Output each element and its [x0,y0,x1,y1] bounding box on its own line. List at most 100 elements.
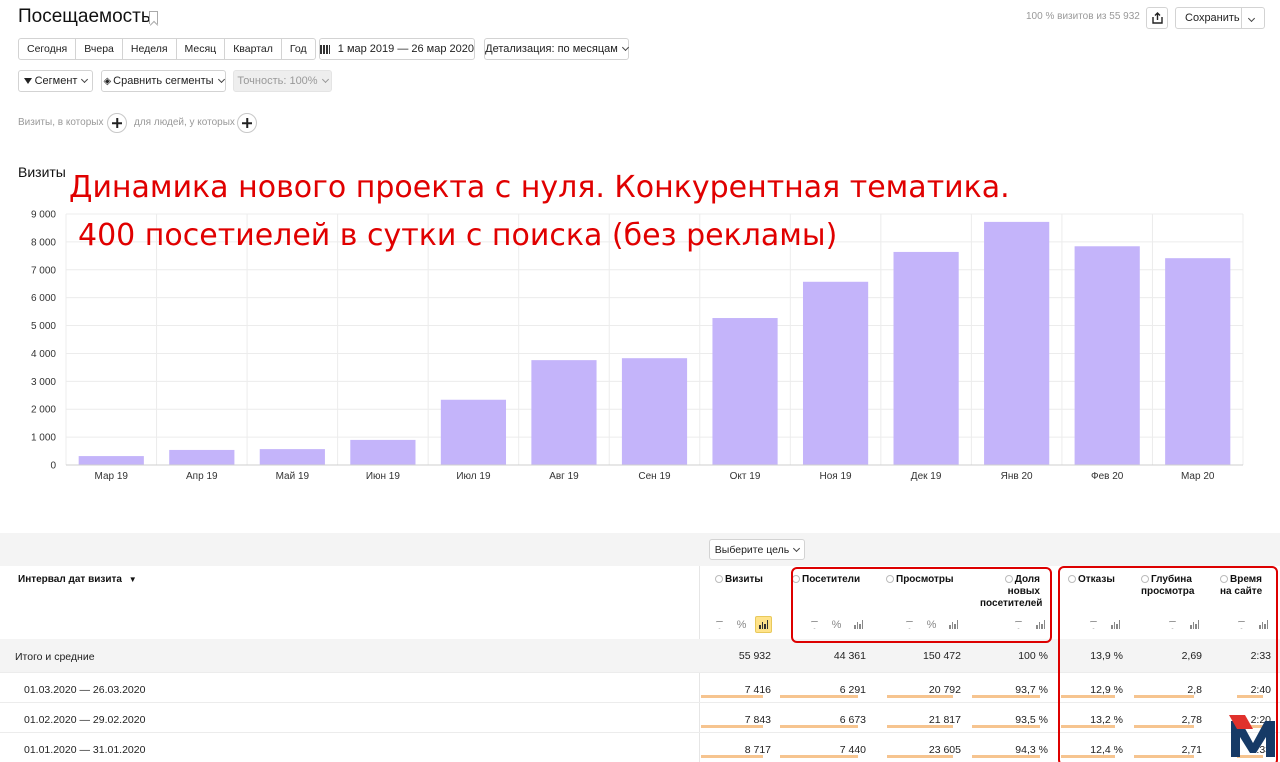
value-underline [701,755,763,758]
dimension-header-label: Интервал дат визита [18,574,122,585]
bar[interactable] [893,251,959,465]
dimension-header[interactable]: Интервал дат визита ▼ [18,574,137,585]
accuracy-label: Точность: 100% [237,75,318,87]
value-underline [972,725,1040,728]
value-underline [701,725,763,728]
info-icon[interactable] [715,575,723,583]
y-tick-label: 2 000 [31,405,56,416]
row-date-range: 01.03.2020 — 26.03.2020 [24,684,146,696]
compare-icon: ◈ [103,75,112,87]
compare-segments-button[interactable]: ◈ Сравнить сегменты [101,70,226,92]
y-tick-label: 3 000 [31,377,56,388]
funnel-icon [23,78,32,84]
select-goal-dropdown[interactable]: Выберите цель [709,539,805,560]
filter-icon[interactable] [711,616,728,633]
period-quarter-button[interactable]: Квартал [225,39,282,59]
bar[interactable] [984,221,1050,465]
value-underline [780,725,858,728]
row-date-range: 01.02.2020 — 29.02.2020 [24,714,146,726]
y-tick-label: 0 [50,461,56,472]
y-tick-label: 9 000 [31,210,56,221]
total-views: 150 472 [923,650,961,662]
x-tick-label: Дек 19 [911,471,942,482]
total-new_share: 100 % [1018,650,1048,662]
chevron-down-icon [793,544,801,552]
x-tick-label: Апр 19 [186,471,218,482]
share-button[interactable] [1146,7,1168,29]
period-year-button[interactable]: Год [282,39,315,59]
bar[interactable] [802,281,869,465]
calendar-icon [320,44,330,54]
bar[interactable] [169,449,235,465]
period-yesterday-button[interactable]: Вчера [76,39,123,59]
save-button-label: Сохранить [1185,12,1240,24]
chevron-down-icon [1247,14,1256,23]
chevron-down-icon [621,43,629,52]
totals-label: Итого и средние [15,651,95,663]
goal-label: Выберите цель [714,543,790,556]
chart-title: Визиты [18,164,66,180]
date-range-label: 1 мар 2019 — 26 мар 2020 [337,43,474,55]
value-underline [701,695,763,698]
chevron-down-icon [217,75,225,84]
chart-toggle-icon[interactable] [755,616,772,633]
x-tick-label: Мар 20 [1181,471,1215,482]
value-underline [780,755,858,758]
bookmark-icon[interactable] [149,11,158,24]
chevron-down-icon [321,75,329,84]
total-visits: 55 932 [738,650,771,662]
value-underline [972,695,1040,698]
x-tick-label: Июн 19 [366,471,401,482]
bar[interactable] [531,360,597,465]
detail-label: Детализация: по месяцам [485,43,618,55]
visits-condition-label: Визиты, в которых [18,117,104,128]
period-month-button[interactable]: Месяц [177,39,226,59]
date-range-button[interactable]: 1 мар 2019 — 26 мар 2020 [319,38,475,60]
visits-sample-note: 100 % визитов из 55 932 [1026,11,1140,22]
add-people-condition-button[interactable] [237,113,257,133]
annotation-line-2: 400 посетиелей в сутки с поиска (без рек… [78,218,838,253]
y-tick-label: 4 000 [31,349,56,360]
value-underline [887,755,953,758]
total-users: 44 361 [833,650,866,662]
value-underline [887,725,953,728]
x-tick-label: Ноя 19 [820,471,853,482]
detail-dropdown[interactable]: Детализация: по месяцам [484,38,629,60]
x-tick-label: Мар 19 [95,471,129,482]
x-tick-label: Май 19 [276,471,310,482]
page-title: Посещаемость [18,6,151,27]
x-tick-label: Фев 20 [1091,471,1124,482]
percent-icon[interactable]: % [733,616,750,633]
bar[interactable] [259,449,325,465]
value-underline [780,695,858,698]
chevron-down-icon [81,75,89,84]
bar[interactable] [1165,258,1231,465]
y-tick-label: 6 000 [31,293,56,304]
sort-desc-icon: ▼ [128,575,137,584]
logo-icon [1229,715,1275,757]
bar[interactable] [350,439,416,465]
bar[interactable] [440,399,507,465]
x-tick-label: Янв 20 [1001,471,1033,482]
save-button[interactable]: Сохранить [1175,7,1265,29]
column-header-visits[interactable]: Визиты [715,574,775,586]
bar[interactable] [78,456,144,465]
period-today-button[interactable]: Сегодня [19,39,77,59]
add-visit-condition-button[interactable] [107,113,127,133]
value-underline [887,695,953,698]
share-icon [1151,12,1163,24]
accuracy-dropdown[interactable]: Точность: 100% [233,70,332,92]
segment-button[interactable]: Сегмент [18,70,93,92]
bar[interactable] [1074,246,1140,465]
bar[interactable] [712,318,778,465]
period-week-button[interactable]: Неделя [123,39,177,59]
annotation-line-1: Динамика нового проекта с нуля. Конкурен… [69,170,1010,205]
x-tick-label: Сен 19 [638,471,671,482]
column-header-label: Визиты [725,574,763,585]
segment-label: Сегмент [34,75,78,87]
compare-label: Сравнить сегменты [113,75,214,87]
value-underline [972,755,1040,758]
y-tick-label: 1 000 [31,433,56,444]
people-condition-label: для людей, у которых [134,117,235,128]
bar[interactable] [621,358,688,465]
